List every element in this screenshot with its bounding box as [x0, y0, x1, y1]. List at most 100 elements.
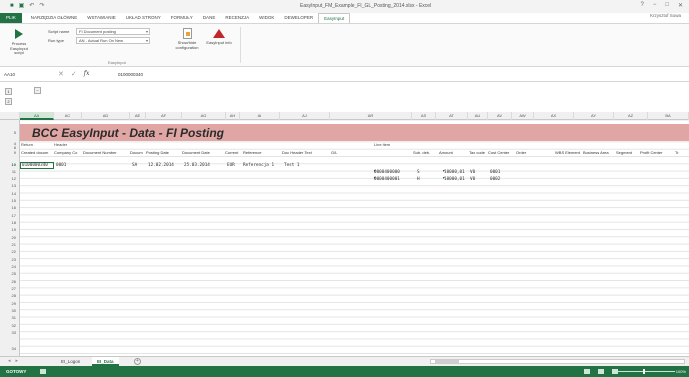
- row-header[interactable]: 26: [0, 279, 20, 284]
- row-header[interactable]: 34: [0, 346, 20, 351]
- tab-easyinput[interactable]: EasyInput: [318, 13, 351, 23]
- tab-file[interactable]: PLIK: [0, 13, 22, 23]
- cell-company-code[interactable]: 0001: [56, 163, 66, 168]
- row-header[interactable]: 28: [0, 293, 20, 298]
- process-script-button[interactable]: Process EasyInput script: [6, 29, 32, 56]
- row-header[interactable]: 24: [0, 264, 20, 269]
- cell-reference[interactable]: Referencja 1: [243, 163, 274, 168]
- zoom-percent[interactable]: 100%: [676, 369, 686, 374]
- tab-view[interactable]: WIDOK: [254, 13, 279, 23]
- row-header[interactable]: 11: [0, 169, 20, 174]
- run-type-dropdown[interactable]: AN - Actual Run On New: [76, 37, 150, 44]
- row-header[interactable]: 21: [0, 242, 20, 247]
- cell-amount[interactable]: 10000,01: [444, 170, 465, 175]
- help-button[interactable]: ?: [640, 2, 643, 9]
- column-header[interactable]: AV: [488, 112, 512, 120]
- tab-developer[interactable]: DEWELOPER: [279, 13, 318, 23]
- horizontal-scrollbar[interactable]: [430, 359, 685, 364]
- row-header[interactable]: 17: [0, 213, 20, 218]
- row-header-10[interactable]: 10: [0, 162, 20, 167]
- cell-sub-deb[interactable]: H: [417, 177, 420, 182]
- easyinput-info-button[interactable]: EasyInput info: [206, 29, 232, 46]
- select-all-corner[interactable]: [0, 112, 20, 120]
- row-header[interactable]: 22: [0, 249, 20, 254]
- row-header[interactable]: 18: [0, 220, 20, 225]
- cell-amount[interactable]: 10000,01: [444, 177, 465, 182]
- row-header[interactable]: 32: [0, 323, 20, 328]
- row-header[interactable]: 12: [0, 176, 20, 181]
- macro-record-icon[interactable]: [40, 369, 46, 374]
- collapse-group-button[interactable]: −: [34, 87, 41, 94]
- row-header[interactable]: 13: [0, 183, 20, 188]
- cell-header-text[interactable]: Test 1: [284, 163, 300, 168]
- name-box[interactable]: AA10: [4, 71, 44, 79]
- column-header[interactable]: AX: [534, 112, 574, 120]
- show-hide-configuration-button[interactable]: Show/hide configuration: [170, 28, 204, 50]
- cell-currency[interactable]: EUR: [227, 163, 235, 168]
- column-header[interactable]: AS: [412, 112, 436, 120]
- column-header[interactable]: AF: [146, 112, 182, 120]
- column-header[interactable]: AE: [130, 112, 146, 120]
- column-header[interactable]: AU: [468, 112, 488, 120]
- zoom-slider-thumb[interactable]: [643, 369, 645, 374]
- cell-sub-deb[interactable]: S: [417, 170, 420, 175]
- tab-insert[interactable]: WSTAWIANIE: [82, 13, 121, 23]
- maximize-button[interactable]: □: [665, 2, 669, 9]
- cell-cost-center[interactable]: 0001: [490, 170, 500, 175]
- sheet-tab-ei-logon[interactable]: EI_Logon: [56, 357, 85, 366]
- column-header[interactable]: AZ: [614, 112, 648, 120]
- worksheet-grid[interactable]: BCC EasyInput - Data - FI Posting Return…: [20, 120, 689, 356]
- row-header[interactable]: 31: [0, 315, 20, 320]
- column-header[interactable]: AI: [240, 112, 280, 120]
- sheet-tab-ei-data[interactable]: EI_Data: [92, 357, 119, 366]
- tab-review[interactable]: RECENZJA: [220, 13, 254, 23]
- outline-level-1-button[interactable]: 1: [5, 88, 12, 95]
- row-header[interactable]: 19: [0, 227, 20, 232]
- cell-gl-account[interactable]: 0000400000: [374, 170, 400, 175]
- row-header[interactable]: 33: [0, 330, 20, 335]
- row-header[interactable]: 30: [0, 308, 20, 313]
- cell-tax-code[interactable]: V0: [470, 177, 475, 182]
- undo-icon[interactable]: ↶: [29, 3, 34, 9]
- column-header[interactable]: AG: [182, 112, 226, 120]
- column-header[interactable]: AR: [330, 112, 412, 120]
- outline-level-2-button[interactable]: 2: [5, 98, 12, 105]
- tab-formulas[interactable]: FORMUŁY: [166, 13, 198, 23]
- column-header[interactable]: AW: [512, 112, 534, 120]
- row-header[interactable]: 15: [0, 198, 20, 203]
- scrollbar-thumb[interactable]: [435, 360, 459, 363]
- close-button[interactable]: ✕: [678, 2, 683, 9]
- column-header[interactable]: AD: [82, 112, 130, 120]
- cell-document-date[interactable]: 25.03.2014: [184, 163, 210, 168]
- add-sheet-button[interactable]: +: [134, 358, 141, 365]
- row-header[interactable]: 27: [0, 286, 20, 291]
- column-header[interactable]: BA: [648, 112, 689, 120]
- cell-document-type[interactable]: SA: [132, 163, 137, 168]
- cancel-icon[interactable]: ✕: [58, 70, 64, 78]
- cell-gl-account[interactable]: 0000400001: [374, 177, 400, 182]
- save-icon[interactable]: ▣: [19, 3, 25, 9]
- enter-icon[interactable]: ✓: [71, 70, 77, 78]
- cell-tax-code[interactable]: V0: [470, 170, 475, 175]
- column-header[interactable]: AH: [226, 112, 240, 120]
- tab-page-layout[interactable]: UKŁAD STRONY: [121, 13, 166, 23]
- row-header[interactable]: 5: [0, 130, 20, 135]
- redo-icon[interactable]: ↷: [39, 3, 44, 9]
- script-name-dropdown[interactable]: FI Document posting: [76, 28, 150, 35]
- page-layout-view-icon[interactable]: [598, 369, 604, 374]
- next-sheet-icon[interactable]: ▸: [16, 358, 19, 364]
- row-header[interactable]: 9: [0, 150, 20, 155]
- column-header-aa[interactable]: AA: [20, 112, 54, 120]
- formula-input[interactable]: 0100000340: [118, 72, 143, 77]
- tab-data[interactable]: DANE: [198, 13, 221, 23]
- tab-home[interactable]: NARZĘDZIA GŁÓWNE: [26, 13, 83, 23]
- cell-posting-date[interactable]: 12.02.2014: [148, 163, 174, 168]
- zoom-slider[interactable]: [615, 369, 675, 374]
- column-header[interactable]: AC: [54, 112, 82, 120]
- column-header[interactable]: AT: [436, 112, 468, 120]
- row-header[interactable]: 29: [0, 301, 20, 306]
- row-header[interactable]: 14: [0, 191, 20, 196]
- row-header[interactable]: 16: [0, 205, 20, 210]
- column-header[interactable]: AY: [574, 112, 614, 120]
- column-header[interactable]: AJ: [280, 112, 330, 120]
